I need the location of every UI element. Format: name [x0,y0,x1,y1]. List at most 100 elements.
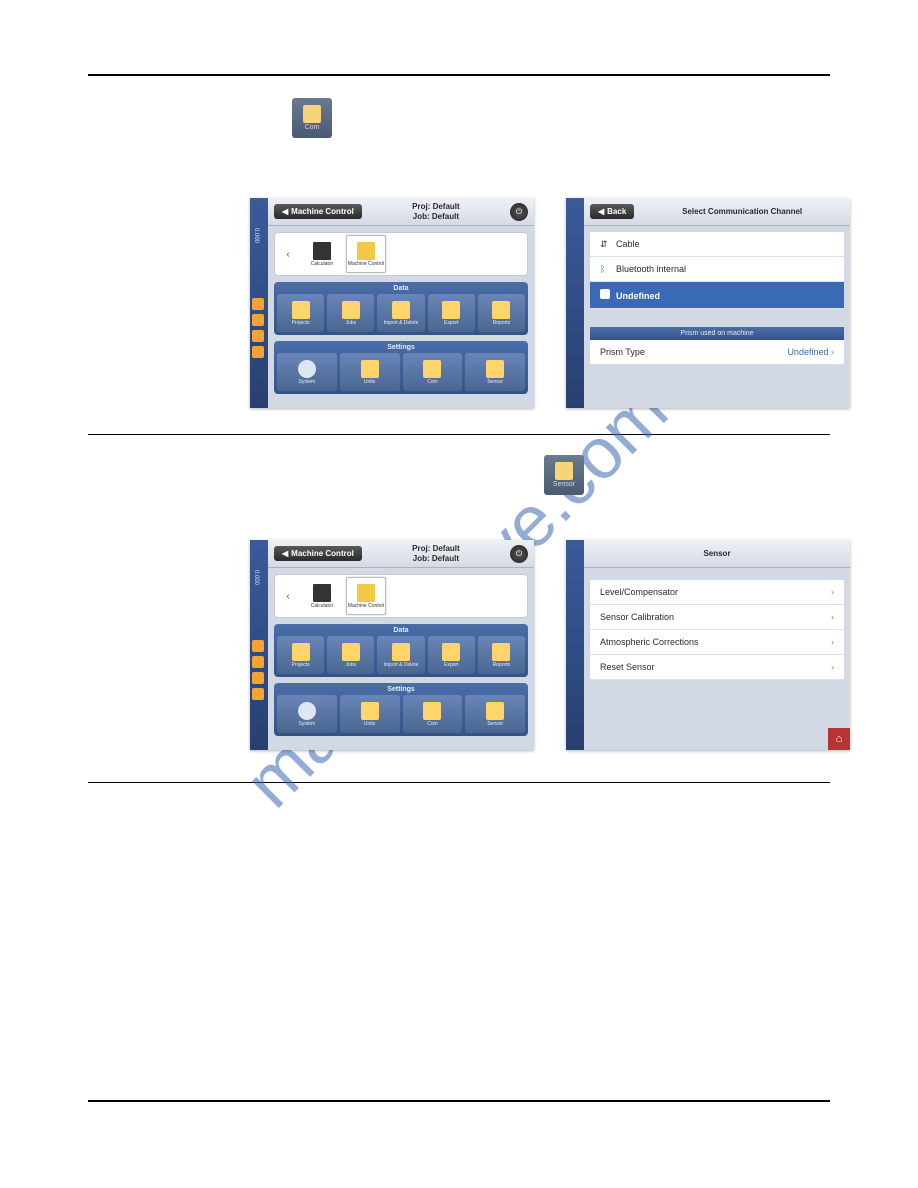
import-delete-icon [392,301,410,319]
row-atmospheric-corrections[interactable]: Atmospheric Corrections › [590,630,844,655]
projects-icon [292,301,310,319]
undefined-icon [600,289,610,299]
comm-list: ⇵Cable ᛒBluetooth internal Undefined Pri… [590,232,844,365]
header-title: Select Communication Channel [640,207,844,217]
rule-middle-2 [88,782,830,783]
tile-jobs[interactable]: Jobs [327,294,374,332]
settings-sensor-icon [486,702,504,720]
app-calculator[interactable]: Calculator [302,577,342,615]
row-level-compensator[interactable]: Level/Compensator › [590,580,844,605]
tile-units[interactable]: Units [340,353,400,391]
back-label: Back [607,207,626,216]
cable-icon: ⇵ [600,239,610,249]
panel-body: ‹ Calculator Machine Control Data Projec… [268,568,534,750]
panel-main-menu-2: 0.000 ◀ Machine Control Proj: Default Jo… [250,540,534,750]
settings-com-icon [423,702,441,720]
panel-header: ◀ Back Select Communication Channel [584,198,850,226]
tile-projects[interactable]: Projects [277,636,324,674]
calculator-icon [313,584,331,602]
app-calculator[interactable]: Calculator [302,235,342,273]
reports-icon [492,301,510,319]
back-label: Machine Control [291,207,354,216]
system-icon [298,702,316,720]
section-settings: Settings System Units Com Sensor [274,683,528,736]
section-settings: Settings System Units Com Sensor [274,341,528,394]
sensor-icon [555,462,573,480]
reports-icon [492,643,510,661]
tile-jobs[interactable]: Jobs [327,636,374,674]
units-icon [361,702,379,720]
import-delete-icon [392,643,410,661]
apps-prev[interactable]: ‹ [278,249,298,260]
tile-reports[interactable]: Reports [478,294,525,332]
row-bluetooth[interactable]: ᛒBluetooth internal [590,257,844,282]
section-settings-title: Settings [277,686,525,693]
panel-header: ◀ Machine Control Proj: Default Job: Def… [268,540,534,568]
tile-reports[interactable]: Reports [478,636,525,674]
chevron-right-icon: › [831,662,834,672]
system-icon [298,360,316,378]
chevron-right-icon: › [831,587,834,597]
tile-sensor[interactable]: Sensor [465,695,525,733]
header-title: Sensor [590,549,844,559]
jobs-icon [342,301,360,319]
export-icon [442,643,460,661]
tile-units[interactable]: Units [340,695,400,733]
tile-system[interactable]: System [277,695,337,733]
back-button[interactable]: ◀ Back [590,204,634,219]
apps-prev[interactable]: ‹ [278,591,298,602]
row-sensor-calibration[interactable]: Sensor Calibration › [590,605,844,630]
tile-export[interactable]: Export [428,636,475,674]
calculator-icon [313,242,331,260]
com-tile-label: Com [305,124,320,131]
home-icon: ⌂ [836,733,843,745]
com-icon [303,105,321,123]
app-machine-control[interactable]: Machine Control [346,235,386,273]
power-button[interactable]: ⏻ [510,203,528,221]
section-data: Data Projects Jobs Import & Delete Expor… [274,282,528,335]
chevron-left-icon: ◀ [598,207,604,216]
units-icon [361,360,379,378]
panel-header: Sensor [584,540,850,568]
power-button[interactable]: ⏻ [510,545,528,563]
sidebar [566,198,584,408]
apps-row: ‹ Calculator Machine Control [274,232,528,276]
row-undefined[interactable]: Undefined [590,282,844,309]
apps-row: ‹ Calculator Machine Control [274,574,528,618]
tile-import-delete[interactable]: Import & Delete [377,294,424,332]
jobs-icon [342,643,360,661]
bluetooth-icon: ᛒ [600,264,610,274]
chevron-right-icon: › [831,612,834,622]
settings-com-icon [423,360,441,378]
tile-com[interactable]: Com [403,695,463,733]
tile-projects[interactable]: Projects [277,294,324,332]
tile-system[interactable]: System [277,353,337,391]
panel-body: ‹ Calculator Machine Control Data Projec… [268,226,534,408]
panel-header: ◀ Machine Control Proj: Default Job: Def… [268,198,534,226]
prism-type-label: Prism Type [600,347,645,357]
back-button[interactable]: ◀ Machine Control [274,204,362,219]
icon-tile-sensor: Sensor [544,455,584,495]
app-machine-control[interactable]: Machine Control [346,577,386,615]
sidebar-value: 0.000 [253,570,259,585]
back-button[interactable]: ◀ Machine Control [274,546,362,561]
section-data-title: Data [277,285,525,292]
row-cable[interactable]: ⇵Cable [590,232,844,257]
tile-com[interactable]: Com [403,353,463,391]
machine-control-icon [357,242,375,260]
panel-main-menu-1: 0.000 ◀ Machine Control Proj: Default Jo… [250,198,534,408]
chevron-left-icon: ◀ [282,549,288,558]
row-reset-sensor[interactable]: Reset Sensor › [590,655,844,680]
row-prism-type[interactable]: Prism Type Undefined › [590,340,844,365]
tile-sensor[interactable]: Sensor [465,353,525,391]
section-data: Data Projects Jobs Import & Delete Expor… [274,624,528,677]
home-button[interactable]: ⌂ [828,728,850,750]
sensor-list: Level/Compensator › Sensor Calibration ›… [590,580,844,680]
export-icon [442,301,460,319]
tile-import-delete[interactable]: Import & Delete [377,636,424,674]
tile-export[interactable]: Export [428,294,475,332]
header-title: Proj: Default Job: Default [368,202,504,221]
rule-top [88,74,830,76]
sidebar: 0.000 [250,540,268,750]
rule-bottom [88,1100,830,1102]
